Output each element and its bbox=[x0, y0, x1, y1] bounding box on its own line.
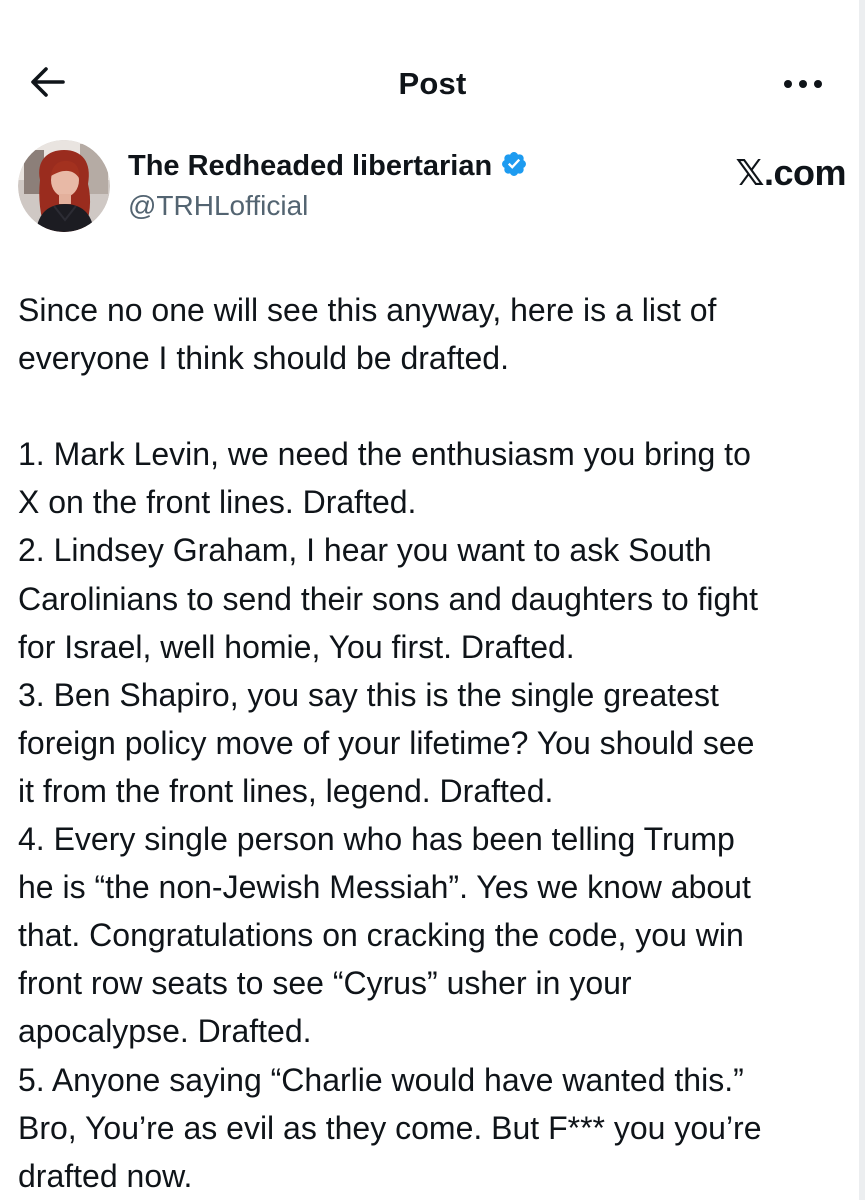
post-text-line: apocalypse. Drafted. bbox=[18, 1013, 312, 1050]
display-name[interactable]: The Redheaded libertarian bbox=[128, 150, 492, 183]
more-horizontal-icon bbox=[783, 76, 823, 94]
post-text-line: everyone I think should be drafted. bbox=[18, 340, 509, 377]
post-text-line: Since no one will see this anyway, here … bbox=[18, 292, 717, 328]
post-text-line: front row seats to see “Cyrus” usher in … bbox=[18, 965, 632, 1002]
avatar[interactable] bbox=[18, 140, 110, 232]
post-text-line: drafted now. bbox=[18, 1157, 193, 1194]
post-text-line: Carolinians to send their sons and daugh… bbox=[18, 580, 759, 617]
source-watermark: 𝕏.com bbox=[735, 152, 846, 193]
post-text-line: 4. Every single person who has been tell… bbox=[18, 821, 735, 858]
post-text-line: he is “the non-Jewish Messiah”. Yes we k… bbox=[18, 869, 751, 906]
more-options-button[interactable] bbox=[778, 68, 828, 102]
post-header: The Redheaded libertarian @TRHLofficial … bbox=[18, 140, 848, 236]
top-bar: Post bbox=[0, 52, 865, 116]
post-text-line: for Israel, well homie, You first. Draft… bbox=[18, 628, 575, 665]
display-name-row: The Redheaded libertarian bbox=[128, 150, 528, 183]
page-title: Post bbox=[398, 66, 467, 101]
post-text: Since no one will see this anyway, here … bbox=[18, 286, 858, 1200]
post-text-line bbox=[18, 382, 858, 430]
verified-badge-icon bbox=[500, 150, 528, 183]
scroll-edge bbox=[859, 0, 865, 1200]
post-text-line: Bro, You’re as evil as they come. But F*… bbox=[18, 1109, 762, 1146]
post-text-line: X on the front lines. Drafted. bbox=[18, 484, 417, 521]
post-text-line: 2. Lindsey Graham, I hear you want to as… bbox=[18, 532, 712, 569]
post-text-line: it from the front lines, legend. Drafted… bbox=[18, 772, 554, 809]
post-text-line: 5. Anyone saying “Charlie would have wan… bbox=[18, 1061, 744, 1098]
post-text-line: 3. Ben Shapiro, you say this is the sing… bbox=[18, 676, 719, 713]
post-text-line: that. Congratulations on cracking the co… bbox=[18, 917, 744, 954]
post-text-line: 1. Mark Levin, we need the enthusiasm yo… bbox=[18, 436, 751, 473]
user-handle[interactable]: @TRHLofficial bbox=[128, 190, 308, 222]
post-text-line: foreign policy move of your lifetime? Yo… bbox=[18, 724, 755, 761]
